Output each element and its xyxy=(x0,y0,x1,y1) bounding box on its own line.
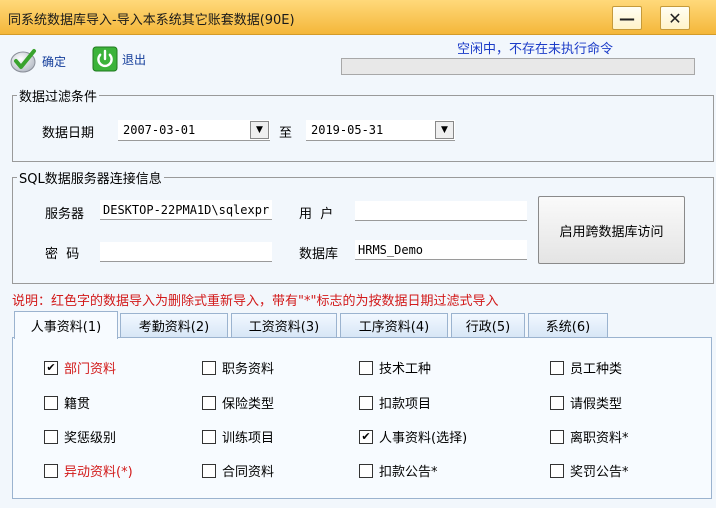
checkbox-training-item[interactable]: 训练项目 xyxy=(202,427,274,446)
checkbox-box[interactable] xyxy=(202,463,216,478)
checkbox-box[interactable] xyxy=(359,395,373,410)
checkbox-position[interactable]: 职务资料 xyxy=(202,358,274,377)
checkmark-icon xyxy=(10,49,36,73)
server-field[interactable]: DESKTOP-22PMA1D\sqlexpr xyxy=(100,200,272,220)
checkbox-box[interactable] xyxy=(359,463,373,478)
start-date-combo[interactable]: 2007-03-01 ▼ xyxy=(118,120,270,141)
checkbox-box[interactable] xyxy=(202,395,216,410)
close-button[interactable]: ✕ xyxy=(660,6,690,30)
tab-attendance[interactable]: 考勤资料(2) xyxy=(120,313,228,337)
import-note: 说明：红色字的数据导入为删除式重新导入，带有"*"标志的为按数据日期过滤式导入 xyxy=(12,294,499,309)
tab-process[interactable]: 工序资料(4) xyxy=(340,313,448,337)
checkbox-box[interactable] xyxy=(202,360,216,375)
checkbox-leave-type[interactable]: 请假类型 xyxy=(550,393,622,412)
progress-bar xyxy=(341,58,695,75)
confirm-label: 确定 xyxy=(42,54,67,69)
checkbox-box[interactable] xyxy=(44,429,58,444)
checkbox-deduction-item[interactable]: 扣款项目 xyxy=(359,393,431,412)
checkbox-box[interactable] xyxy=(550,429,564,444)
end-date-value: 2019-05-31 xyxy=(311,123,384,137)
checkbox-box[interactable] xyxy=(550,395,564,410)
chevron-down-icon[interactable]: ▼ xyxy=(250,121,269,139)
checkbox-deduction-notice[interactable]: 扣款公告* xyxy=(359,461,438,480)
user-label: 用 户 xyxy=(299,207,334,222)
window-title: 同系统数据库导入-导入本系统其它账套数据(90E) xyxy=(8,13,295,28)
filter-legend: 数据过滤条件 xyxy=(19,90,98,105)
checkbox-box[interactable] xyxy=(550,360,564,375)
tab-personnel[interactable]: 人事资料(1) xyxy=(14,311,118,339)
checkbox-box[interactable] xyxy=(202,429,216,444)
end-date-combo[interactable]: 2019-05-31 ▼ xyxy=(306,120,455,141)
enable-cross-db-button[interactable]: 启用跨数据库访问 xyxy=(538,196,685,264)
checkbox-employee-type[interactable]: 员工种类 xyxy=(550,358,622,377)
checkbox-insurance-type[interactable]: 保险类型 xyxy=(202,393,274,412)
password-label: 密 码 xyxy=(45,247,80,262)
tab-payroll[interactable]: 工资资料(3) xyxy=(231,313,337,337)
tab-system[interactable]: 系统(6) xyxy=(528,313,608,337)
tab-admin[interactable]: 行政(5) xyxy=(451,313,525,337)
database-field[interactable]: HRMS_Demo xyxy=(355,240,527,260)
confirm-button[interactable]: 确定 xyxy=(10,47,66,75)
to-label: 至 xyxy=(279,126,293,141)
database-label: 数据库 xyxy=(299,247,339,262)
exit-button[interactable]: 退出 xyxy=(92,46,146,72)
checkbox-box[interactable]: ✔ xyxy=(359,429,373,444)
checkbox-skill[interactable]: 技术工种 xyxy=(359,358,431,377)
password-field[interactable] xyxy=(100,242,272,262)
start-date-value: 2007-03-01 xyxy=(123,123,196,137)
checkbox-transfer[interactable]: 异动资料(*) xyxy=(44,461,133,480)
sql-legend: SQL数据服务器连接信息 xyxy=(19,172,162,187)
checkbox-box[interactable] xyxy=(550,463,564,478)
exit-label: 退出 xyxy=(122,52,147,67)
date-label: 数据日期 xyxy=(42,126,95,141)
checkbox-box[interactable] xyxy=(44,463,58,478)
checkbox-contract[interactable]: 合同资料 xyxy=(202,461,274,480)
checkbox-reward-level[interactable]: 奖惩级别 xyxy=(44,427,116,446)
checkbox-dept[interactable]: ✔ 部门资料 xyxy=(44,358,116,377)
checkbox-native-place[interactable]: 籍贯 xyxy=(44,393,90,412)
checkbox-box[interactable] xyxy=(44,395,58,410)
user-field[interactable] xyxy=(355,201,527,221)
checkbox-reward-notice[interactable]: 奖罚公告* xyxy=(550,461,629,480)
checkbox-box[interactable]: ✔ xyxy=(44,360,58,375)
power-icon xyxy=(92,46,118,72)
server-label: 服务器 xyxy=(45,207,85,222)
checkbox-personnel-select[interactable]: ✔ 人事资料(选择) xyxy=(359,427,467,446)
checkbox-box[interactable] xyxy=(359,360,373,375)
status-text: 空闲中，不存在未执行命令 xyxy=(456,42,613,57)
chevron-down-icon[interactable]: ▼ xyxy=(435,121,454,139)
minimize-button[interactable]: — xyxy=(612,6,642,30)
checkbox-resignation[interactable]: 离职资料* xyxy=(550,427,629,446)
